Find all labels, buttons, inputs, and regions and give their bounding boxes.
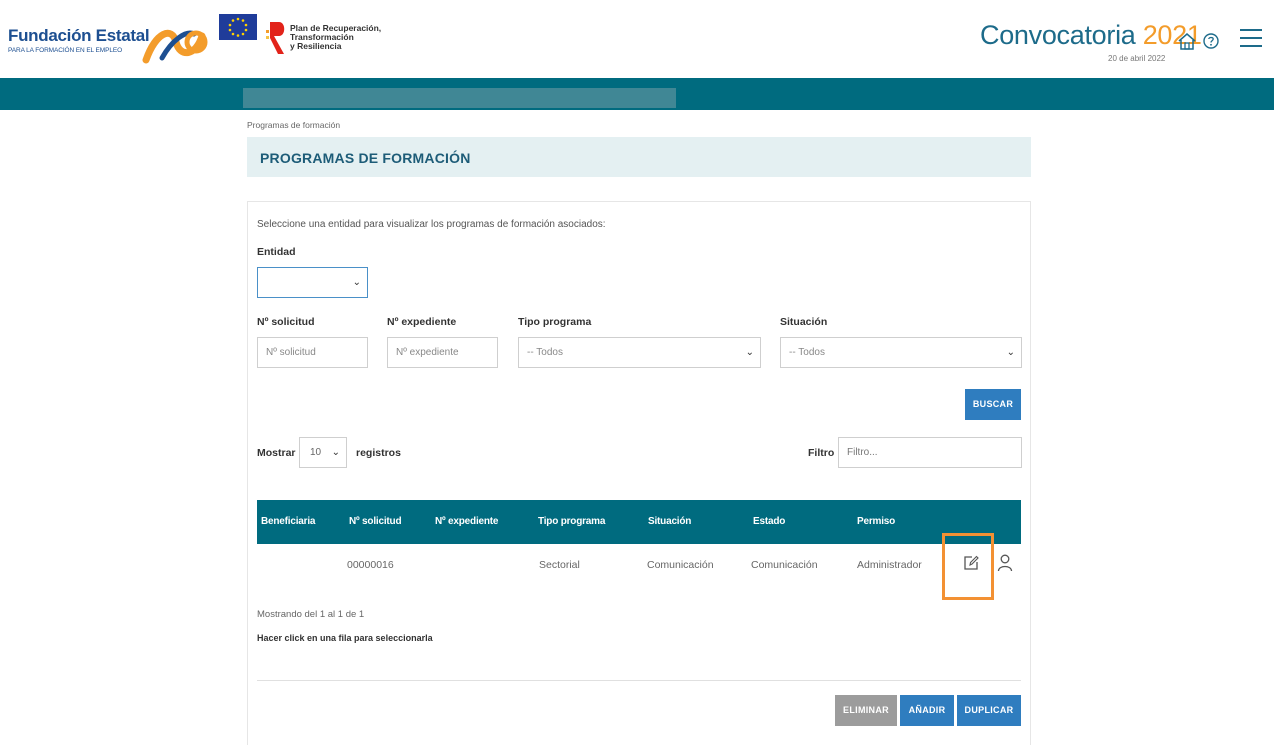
- eliminar-button[interactable]: ELIMINAR: [835, 695, 897, 726]
- expediente-label: Nº expediente: [387, 316, 457, 328]
- cell-situacion: Comunicación: [647, 559, 714, 571]
- situacion-value: -- Todos: [789, 347, 825, 358]
- situacion-select[interactable]: -- Todos ⌄: [780, 337, 1022, 368]
- page-title: PROGRAMAS DE FORMACIÓN: [260, 150, 471, 166]
- duplicar-button[interactable]: DUPLICAR: [957, 695, 1021, 726]
- row-select-hint: Hacer click en una fila para seleccionar…: [257, 633, 433, 643]
- cell-tipo-programa: Sectorial: [539, 559, 580, 571]
- header: Fundación Estatal PARA LA FORMACIÓN EN E…: [0, 0, 1274, 78]
- col-estado[interactable]: Estado: [753, 516, 785, 527]
- home-icon[interactable]: [1176, 30, 1198, 52]
- cell-permiso: Administrador: [857, 559, 922, 571]
- org-name: Fundación Estatal: [8, 26, 150, 45]
- org-subtitle: PARA LA FORMACIÓN EN EL EMPLEO: [8, 47, 123, 54]
- convocatoria-title: Convocatoria 2021: [980, 20, 1202, 51]
- table-row[interactable]: 00000016 Sectorial Comunicación Comunica…: [257, 544, 1021, 588]
- cell-solicitud: 00000016: [347, 559, 394, 571]
- help-icon[interactable]: [1202, 32, 1220, 50]
- chevron-down-icon: ⌄: [745, 347, 754, 358]
- buscar-button[interactable]: BUSCAR: [965, 389, 1021, 420]
- hamburger-menu-icon[interactable]: [1238, 26, 1264, 50]
- col-expediente[interactable]: Nº expediente: [435, 516, 498, 527]
- solicitud-label: Nº solicitud: [257, 316, 315, 328]
- tipo-programa-value: -- Todos: [527, 347, 563, 358]
- fundae-swoosh-logo: [142, 29, 208, 64]
- chevron-down-icon: ⌄: [352, 277, 361, 288]
- mostrar-label: Mostrar: [257, 447, 296, 459]
- page-title-box: PROGRAMAS DE FORMACIÓN: [247, 137, 1031, 177]
- prtr-r-icon: [266, 22, 285, 54]
- entidad-select[interactable]: ⌄: [257, 267, 368, 298]
- col-solicitud[interactable]: Nº solicitud: [349, 516, 402, 527]
- intro-text: Seleccione una entidad para visualizar l…: [257, 219, 606, 230]
- anadir-button[interactable]: AÑADIR: [900, 695, 954, 726]
- expediente-input[interactable]: Nº expediente: [387, 337, 498, 368]
- plan-line-3: y Resiliencia: [290, 41, 342, 51]
- cell-estado: Comunicación: [751, 559, 818, 571]
- filtro-input[interactable]: Filtro...: [838, 437, 1022, 468]
- eu-flag-logo: [219, 14, 257, 62]
- entidad-label: Entidad: [257, 246, 296, 258]
- col-beneficiaria[interactable]: Beneficiaria: [261, 516, 315, 527]
- plan-recuperacion-logo: Plan de Recuperación, Transformación y R…: [266, 20, 396, 60]
- convocatoria-label: Convocatoria: [980, 20, 1136, 50]
- user-icon[interactable]: [997, 554, 1013, 572]
- tipo-programa-select[interactable]: -- Todos ⌄: [518, 337, 761, 368]
- chevron-down-icon: ⌄: [331, 447, 340, 458]
- convocatoria-date: 20 de abril 2022: [1108, 54, 1166, 63]
- situacion-label: Situación: [780, 316, 828, 328]
- tipo-programa-label: Tipo programa: [518, 316, 592, 328]
- divider: [257, 680, 1021, 681]
- page-size-value: 10: [310, 447, 322, 458]
- solicitud-input[interactable]: Nº solicitud: [257, 337, 368, 368]
- col-tipo-programa[interactable]: Tipo programa: [538, 516, 605, 527]
- filtro-label: Filtro: [808, 447, 835, 459]
- edit-highlight-box: [942, 533, 994, 600]
- eu-flag-icon: [219, 14, 257, 40]
- col-situacion[interactable]: Situación: [648, 516, 691, 527]
- band-placeholder-bar: [243, 88, 676, 108]
- showing-info: Mostrando del 1 al 1 de 1: [257, 609, 365, 620]
- chevron-down-icon: ⌄: [1006, 347, 1015, 358]
- col-permiso[interactable]: Permiso: [857, 516, 895, 527]
- table-header: Beneficiaria Nº solicitud Nº expediente …: [257, 500, 1021, 544]
- registros-label: registros: [356, 447, 401, 459]
- breadcrumb[interactable]: Programas de formación: [247, 120, 340, 130]
- page-size-select[interactable]: 10 ⌄: [299, 437, 347, 468]
- fundae-logo[interactable]: Fundación Estatal PARA LA FORMACIÓN EN E…: [8, 26, 150, 54]
